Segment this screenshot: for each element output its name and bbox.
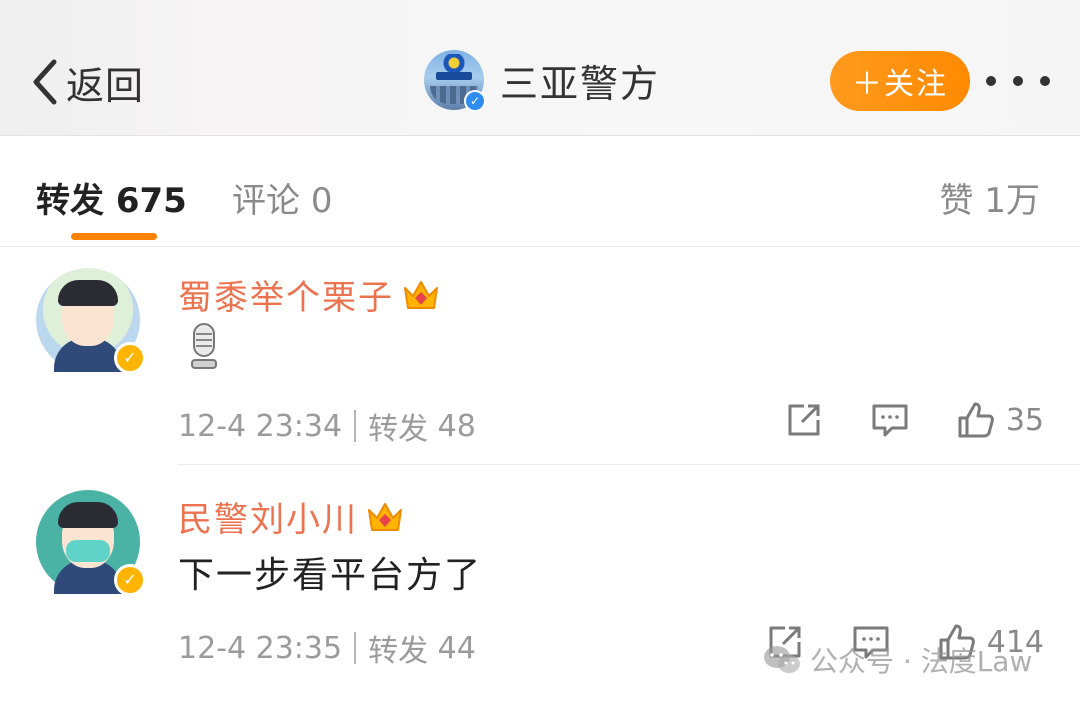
wechat-icon [764, 646, 800, 673]
chevron-left-icon [33, 59, 57, 105]
watermark-text: 公众号 · 法度Law [810, 645, 1033, 678]
repost-label: 转发 [368, 412, 429, 447]
tab-like-label: 赞 [939, 181, 974, 221]
watermark: 公众号 · 法度Law [762, 640, 1032, 680]
back-button[interactable]: 返回 [28, 52, 144, 112]
tab-like[interactable]: 赞 1万 [940, 173, 1040, 222]
verified-badge-icon: ✓ [464, 90, 486, 112]
crown-icon [366, 500, 404, 534]
verified-badge-icon: ✓ [114, 342, 146, 374]
tab-comment-count: 0 [310, 181, 333, 221]
username[interactable]: 蜀黍举个栗子 [178, 270, 440, 319]
timestamp: 12-4 23:35 [178, 630, 343, 666]
divider [354, 632, 357, 664]
action-bar: 35 [784, 400, 1044, 440]
timestamp: 12-4 23:34 [178, 408, 343, 444]
post-content: 下一步看平台方了 [178, 555, 483, 596]
like-icon[interactable] [956, 400, 996, 440]
police-emblem-icon [442, 54, 466, 74]
tab-like-count: 1万 [984, 181, 1040, 221]
divider [178, 464, 1080, 465]
tab-repost[interactable]: 转发 675 [36, 173, 187, 222]
avatar[interactable]: ✓ [36, 268, 146, 374]
repost-count: 48 [437, 408, 476, 444]
active-tab-indicator [71, 233, 157, 240]
post-meta: 12-4 23:34 转发 48 [178, 404, 476, 448]
top-nav-bar: 返回 ✓ 三亚警方 ＋关注 [0, 0, 1080, 136]
repost-label: 转发 [368, 634, 429, 669]
avatar[interactable]: ✓ [36, 490, 146, 596]
account-name: 三亚警方 [500, 61, 661, 106]
tab-repost-count: 675 [115, 181, 187, 221]
verified-badge-icon: ✓ [114, 564, 146, 596]
crown-icon [402, 278, 440, 312]
username[interactable]: 民警刘小川 [178, 492, 404, 541]
comment-icon[interactable] [870, 400, 910, 440]
more-options-icon[interactable] [986, 66, 1050, 96]
microphone-icon [184, 322, 224, 370]
divider [354, 410, 357, 442]
post-meta: 12-4 23:35 转发 44 [178, 626, 476, 670]
back-label: 返回 [66, 63, 145, 108]
list-item[interactable]: ✓ 蜀黍举个栗子 12-4 23:34 转发 48 35 [0, 248, 1080, 465]
like-count: 35 [1005, 402, 1044, 438]
follow-button[interactable]: ＋关注 [830, 51, 970, 111]
account-avatar[interactable]: ✓ [424, 50, 486, 112]
tab-repost-label: 转发 [36, 181, 104, 221]
share-icon[interactable] [784, 400, 824, 440]
tab-comment[interactable]: 评论 0 [232, 173, 332, 222]
tab-bar: 转发 675 评论 0 赞 1万 [0, 137, 1080, 247]
account-header[interactable]: ✓ 三亚警方 [424, 50, 661, 112]
repost-count: 44 [437, 630, 476, 666]
tab-comment-label: 评论 [232, 181, 300, 221]
